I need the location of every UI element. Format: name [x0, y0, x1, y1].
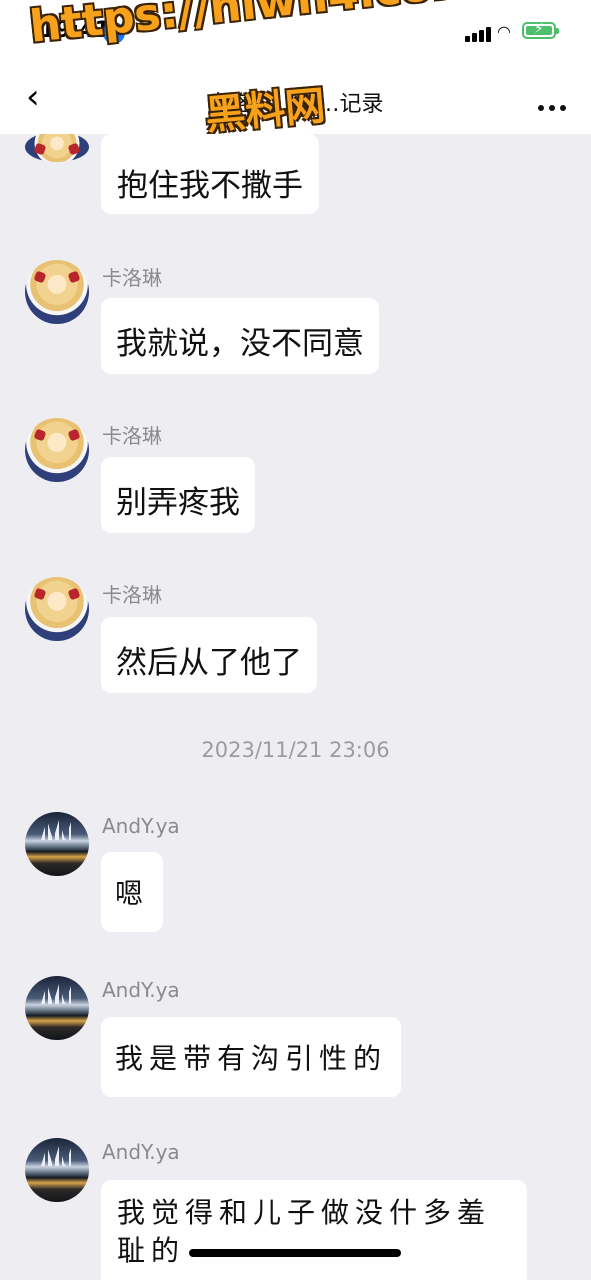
avatar[interactable] — [25, 418, 89, 482]
message-bubble[interactable]: 我就说，没不同意 — [101, 298, 379, 374]
sender-name: AndY.ya — [102, 978, 180, 1002]
status-bar: 19:41 ◠ ⚡ — [0, 0, 591, 64]
message-bubble[interactable]: 别弄疼我 — [101, 457, 255, 533]
sender-name: AndY.ya — [102, 814, 180, 838]
cellular-signal-icon — [465, 24, 495, 42]
more-options-icon[interactable] — [538, 96, 571, 115]
avatar[interactable] — [25, 812, 89, 876]
avatar[interactable] — [25, 134, 89, 162]
message-line: 我觉得和儿子做没什多羞 — [117, 1196, 492, 1229]
sender-name: 卡洛琳 — [102, 583, 162, 607]
wifi-icon: ◠ — [497, 22, 511, 41]
avatar[interactable] — [25, 577, 89, 641]
message-line: 耻的 — [117, 1232, 511, 1270]
avatar[interactable] — [25, 976, 89, 1040]
avatar[interactable] — [25, 260, 89, 324]
chat-history[interactable]: 抱住我不撒手 卡洛琳 我就说，没不同意 卡洛琳 别弄疼我 卡洛琳 然后从了他了 … — [0, 134, 591, 1280]
status-time: 19:41 — [40, 18, 111, 43]
page-title: 卡洛琳…聊…记录 — [207, 92, 384, 117]
redaction-bar — [189, 1248, 402, 1257]
message-bubble[interactable]: 抱住我不撒手 — [101, 134, 319, 214]
location-arrow-icon — [103, 22, 125, 44]
nav-bar: ‹ 卡洛琳…聊…记录 — [0, 64, 591, 134]
timestamp-divider: 2023/11/21 23:06 — [201, 738, 390, 762]
message-bubble[interactable]: 我是带有沟引性的 — [101, 1017, 402, 1097]
message-bubble[interactable]: 嗯 — [101, 852, 164, 932]
sender-name: AndY.ya — [102, 1140, 180, 1164]
message-bubble[interactable]: 我觉得和儿子做没什多羞 耻的 — [101, 1180, 527, 1280]
message-bubble[interactable]: 然后从了他了 — [101, 617, 317, 693]
sender-name: 卡洛琳 — [102, 266, 162, 290]
avatar[interactable] — [25, 1138, 89, 1202]
battery-icon: ⚡ — [522, 21, 559, 39]
sender-name: 卡洛琳 — [102, 424, 162, 448]
